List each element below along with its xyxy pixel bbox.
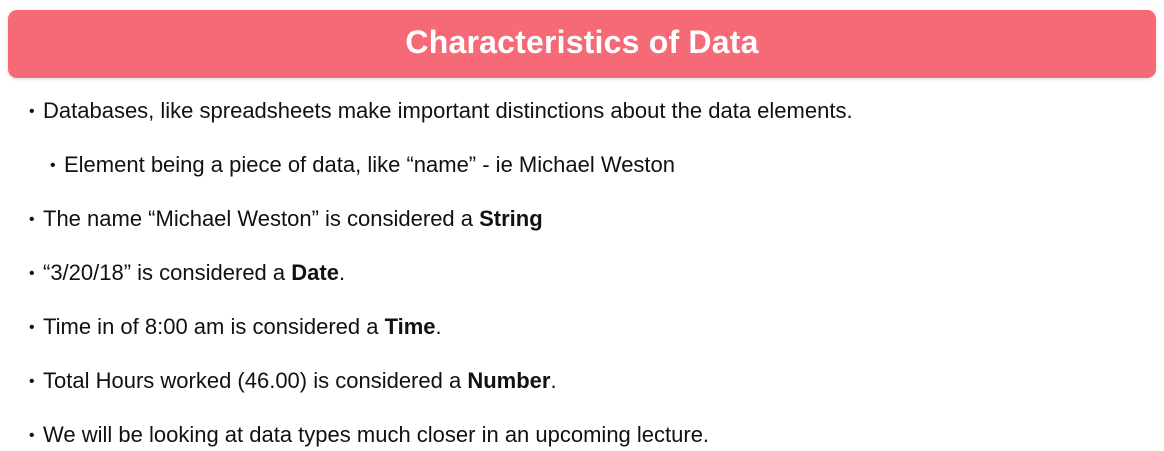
bullet-icon: • [29, 103, 35, 120]
bullet-text: Total Hours worked (46.00) is considered… [43, 368, 468, 393]
bullet-emphasis: Time [384, 314, 436, 339]
bullet-icon: • [29, 319, 35, 336]
bullet-suffix: . [550, 368, 557, 393]
sub-bullet-item: • Element being a piece of data, like “na… [50, 151, 675, 180]
bullet-suffix: . [435, 314, 442, 339]
bullet-list: • Databases, like spreadsheets make impor… [0, 0, 1164, 451]
bullet-icon: • [29, 373, 35, 390]
bullet-item: • Databases, like spreadsheets make impor… [29, 97, 853, 126]
bullet-text: Databases, like spreadsheets make import… [43, 98, 853, 123]
bullet-emphasis: Number [467, 368, 551, 393]
bullet-text: We will be looking at data types much cl… [43, 422, 710, 447]
bullet-text: The name “Michael Weston” is considered … [43, 206, 480, 231]
bullet-item: • The name “Michael Weston” is considered… [29, 205, 543, 234]
bullet-emphasis: String [479, 206, 543, 231]
bullet-text: Element being a piece of data, like “nam… [64, 152, 676, 177]
bullet-item: • “3/20/18” is considered a Date. [29, 259, 345, 288]
bullet-icon: • [29, 265, 35, 282]
bullet-text: Time in of 8:00 am is considered a [43, 314, 385, 339]
bullet-emphasis: Date [291, 260, 339, 285]
bullet-item: • Total Hours worked (46.00) is considere… [29, 367, 557, 396]
bullet-icon: • [29, 427, 35, 444]
bullet-suffix: . [338, 260, 346, 285]
bullet-text: “3/20/18” is considered a [43, 260, 292, 285]
bullet-item: • We will be looking at data types much c… [29, 421, 709, 450]
bullet-icon: • [50, 157, 56, 174]
bullet-item: • Time in of 8:00 am is considered a Time… [29, 313, 442, 342]
bullet-icon: • [29, 211, 35, 228]
